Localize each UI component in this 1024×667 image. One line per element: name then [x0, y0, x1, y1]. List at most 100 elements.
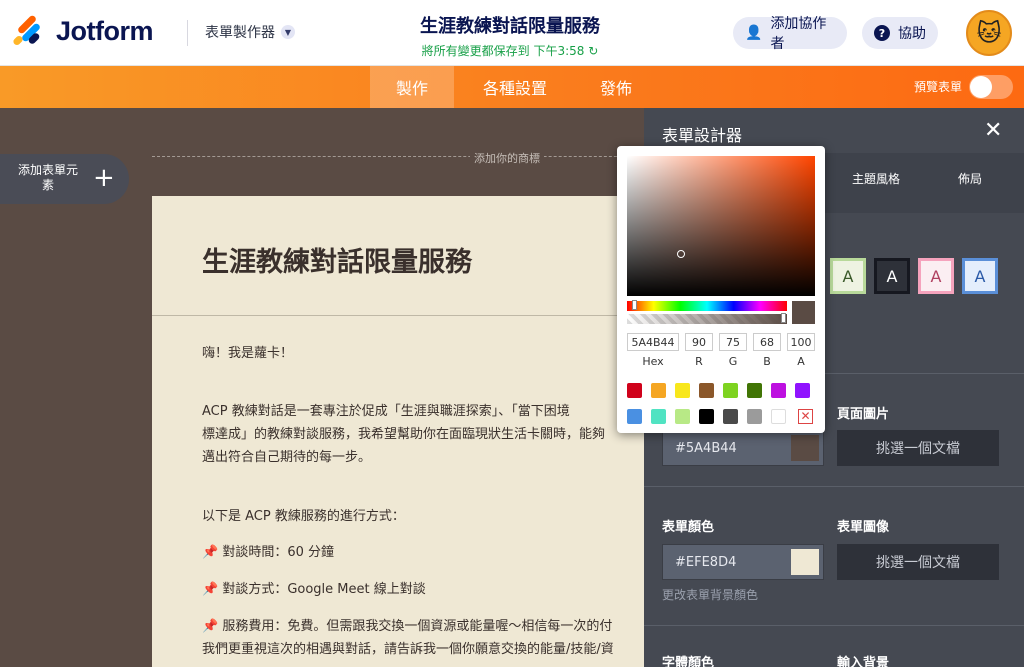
chevron-down-icon: ▼	[281, 25, 295, 39]
theme-swatch[interactable]: A	[830, 258, 866, 294]
jotform-logo[interactable]: Jotform	[11, 13, 154, 47]
preset-color-swatch[interactable]	[675, 409, 690, 424]
tab-publish[interactable]: 發佈	[586, 66, 646, 108]
preset-color-swatch[interactable]	[747, 409, 762, 424]
red-label: R	[695, 355, 703, 368]
page-color-field[interactable]: #5A4B44	[662, 430, 824, 466]
color-cursor[interactable]	[677, 250, 685, 258]
preset-color-swatch[interactable]	[651, 409, 666, 424]
hex-input[interactable]: 5A4B44	[627, 333, 679, 351]
tab-settings[interactable]: 各種設置	[470, 66, 560, 108]
builder-label: 表單製作器	[205, 25, 275, 41]
paragraph-line: 以下是 ACP 教練服務的進行方式：	[202, 509, 405, 524]
preset-color-swatch[interactable]	[627, 383, 642, 398]
builder-dropdown[interactable]: 表單製作器 ▼	[205, 22, 295, 42]
paragraph-line: 邁出符合自己期待的每一步。	[202, 450, 372, 465]
logo-placeholder-line	[152, 156, 642, 157]
section-divider	[644, 625, 1024, 626]
input-background-label: 輸入背景	[837, 656, 890, 667]
help-icon: ?	[874, 25, 890, 41]
color-picker: 5A4B44 90 75 68 100 Hex R G B A ✕	[617, 146, 825, 433]
save-status-text: 將所有變更都保存到 下午3:58	[421, 44, 585, 58]
preset-color-swatch[interactable]	[771, 409, 786, 424]
toggle-knob	[970, 76, 992, 98]
green-label: G	[728, 355, 738, 368]
preset-color-swatch[interactable]	[675, 383, 690, 398]
help-button[interactable]: ? 協助	[862, 17, 938, 49]
preset-color-swatch[interactable]	[795, 383, 810, 398]
add-element-label: 添加表單元素	[17, 163, 78, 192]
page-color-value: #5A4B44	[675, 440, 737, 456]
heading-divider	[152, 315, 644, 316]
form-title-area: 生涯教練對話限量服務 將所有變更都保存到 下午3:58 ↻	[340, 12, 680, 59]
paragraph-line: ACP 教練對話是一套專注於促成「生涯與職涯探索」、「當下困境	[202, 404, 570, 419]
paragraph-line: 我們更重視這次的相遇與對話，請告訴我一個你願意交換的能量/技能/資	[202, 642, 614, 657]
alpha-label: A	[797, 355, 805, 368]
user-icon: 👤	[745, 25, 763, 41]
jotform-logo-icon	[11, 13, 42, 47]
paragraph-line: 📌 對談方式：Google Meet 線上對談	[202, 582, 426, 597]
font-color-label: 字體顏色	[662, 656, 715, 667]
close-icon[interactable]: ✕	[984, 118, 1002, 143]
form-title[interactable]: 生涯教練對話限量服務	[340, 12, 680, 38]
preset-color-swatch[interactable]	[699, 383, 714, 398]
form-color-hint: 更改表單背景顏色	[662, 588, 759, 602]
paragraph-line: 嗨！我是蘿卡！	[202, 346, 294, 361]
hex-label: Hex	[642, 355, 664, 368]
page-image-label: 頁面圖片	[837, 407, 890, 422]
help-label: 協助	[898, 26, 926, 42]
red-input[interactable]: 90	[685, 333, 713, 351]
preview-label: 預覽表單	[914, 80, 963, 94]
tab-theme[interactable]: 主題風格	[852, 170, 900, 187]
tab-layout[interactable]: 佈局	[958, 170, 982, 187]
page-image-button[interactable]: 挑選一個文檔	[837, 430, 999, 466]
form-card: 生涯教練對話限量服務 嗨！我是蘿卡！ ACP 教練對話是一套專注於促成「生涯與職…	[152, 196, 644, 667]
alpha-input[interactable]: 100	[787, 333, 815, 351]
preset-color-swatch[interactable]	[723, 383, 738, 398]
hue-slider[interactable]	[627, 300, 787, 311]
panel-title: 表單設計器	[662, 126, 743, 145]
logo-text: Jotform	[56, 16, 154, 46]
preset-color-swatch[interactable]	[627, 409, 642, 424]
form-color-swatch[interactable]	[791, 549, 819, 575]
form-image-button[interactable]: 挑選一個文檔	[837, 544, 999, 580]
paragraph-line: 標達成」的教練對談服務，我希望幫助你在面臨現狀生活卡關時，能夠	[202, 427, 606, 442]
preset-color-swatch[interactable]	[747, 383, 762, 398]
theme-swatch[interactable]: A	[874, 258, 910, 294]
form-color-field[interactable]: #EFE8D4	[662, 544, 824, 580]
preview-toggle[interactable]	[969, 75, 1013, 99]
preset-color-swatch[interactable]	[699, 409, 714, 424]
paragraph-line: 📌 服務費用：免費。但需跟我交換一個資源或能量喔～相信每一次的付	[202, 619, 613, 634]
logo-placeholder[interactable]: 添加你的商標	[470, 150, 544, 166]
section-divider	[644, 486, 1024, 487]
tab-build[interactable]: 製作	[370, 66, 454, 108]
plus-icon: +	[93, 163, 115, 193]
preset-color-swatch[interactable]	[723, 409, 738, 424]
avatar[interactable]: 🐱	[966, 10, 1012, 56]
hue-knob[interactable]	[632, 300, 637, 310]
blue-input[interactable]: 68	[753, 333, 781, 351]
preset-color-swatch[interactable]	[771, 383, 786, 398]
save-status: 將所有變更都保存到 下午3:58 ↻	[340, 42, 680, 59]
preset-color-swatch[interactable]	[651, 383, 666, 398]
alpha-slider[interactable]	[627, 313, 787, 324]
refresh-icon: ↻	[588, 44, 599, 58]
saturation-area[interactable]	[627, 156, 815, 296]
page-color-swatch[interactable]	[791, 435, 819, 461]
blue-label: B	[763, 355, 771, 368]
add-collaborator-button[interactable]: 👤 添加協作者	[733, 16, 847, 52]
theme-swatch[interactable]: A	[962, 258, 998, 294]
divider	[187, 20, 188, 46]
form-color-label: 表單顏色	[662, 520, 715, 535]
theme-swatch[interactable]: A	[918, 258, 954, 294]
top-bar: Jotform 表單製作器 ▼ 生涯教練對話限量服務 將所有變更都保存到 下午3…	[0, 0, 1024, 66]
paragraph-line: 📌 對談時間：60 分鐘	[202, 545, 334, 560]
form-color-value: #EFE8D4	[675, 554, 737, 570]
green-input[interactable]: 75	[719, 333, 747, 351]
cat-avatar-icon: 🐱	[976, 19, 1002, 47]
alpha-knob[interactable]	[781, 313, 786, 323]
add-collaborator-label: 添加協作者	[770, 16, 827, 52]
no-color-icon[interactable]: ✕	[798, 409, 813, 424]
form-heading[interactable]: 生涯教練對話限量服務	[202, 240, 472, 279]
add-element-button[interactable]: 添加表單元素 +	[0, 154, 129, 204]
